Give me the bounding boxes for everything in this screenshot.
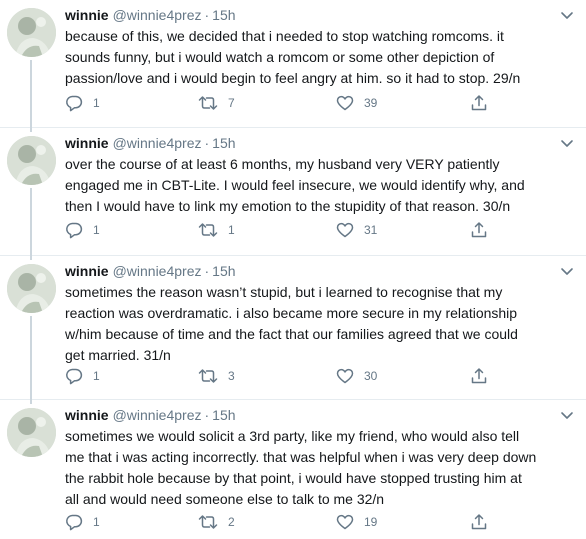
reply-count: 1 <box>93 223 100 237</box>
share-icon <box>469 512 489 532</box>
timestamp[interactable]: 15h <box>212 407 235 423</box>
tweet-actions: 1 3 30 <box>64 365 504 387</box>
reply-count: 1 <box>93 515 100 529</box>
reply-count: 1 <box>93 369 100 383</box>
retweet-button[interactable]: 1 <box>197 219 235 241</box>
thread-connector-line <box>30 316 32 400</box>
share-button[interactable] <box>469 219 489 241</box>
retweet-icon <box>197 366 219 386</box>
like-count: 19 <box>364 515 378 529</box>
timestamp[interactable]: 15h <box>212 263 235 279</box>
display-name[interactable]: winnie <box>65 407 109 423</box>
separator-dot: · <box>204 407 210 423</box>
share-button[interactable] <box>469 365 489 387</box>
tweet-actions: 1 1 31 <box>64 219 504 241</box>
share-icon <box>469 366 489 386</box>
tweet-header: winnie @winnie4prez · 15h <box>65 405 546 425</box>
reply-button[interactable]: 1 <box>64 365 100 387</box>
caret-down-icon[interactable] <box>560 137 574 149</box>
thread-connector-line <box>30 128 32 132</box>
tweet-text: because of this, we decided that i neede… <box>65 28 521 86</box>
timestamp[interactable]: 15h <box>212 135 235 151</box>
retweet-button[interactable]: 3 <box>197 365 235 387</box>
avatar[interactable] <box>7 136 56 185</box>
like-count: 39 <box>364 96 378 110</box>
reply-button[interactable]: 1 <box>64 511 100 533</box>
thread-connector-line <box>30 400 32 404</box>
avatar[interactable] <box>7 8 56 57</box>
tweet-text: over the course of at least 6 months, my… <box>65 156 525 214</box>
retweet-count: 2 <box>228 515 235 529</box>
tweet-actions: 1 7 39 <box>64 92 504 114</box>
tweet-header: winnie @winnie4prez · 15h <box>65 133 546 153</box>
tweet-actions: 1 2 19 <box>64 511 504 533</box>
display-name[interactable]: winnie <box>65 7 109 23</box>
caret-down-icon[interactable] <box>560 265 574 277</box>
timestamp[interactable]: 15h <box>212 7 235 23</box>
like-button[interactable]: 30 <box>335 365 377 387</box>
reply-icon <box>64 366 84 386</box>
like-icon <box>335 93 355 113</box>
tweet[interactable]: winnie @winnie4prez · 15h sometimes the rea… <box>0 256 586 400</box>
retweet-icon <box>197 220 219 240</box>
avatar[interactable] <box>7 264 56 313</box>
like-icon <box>335 366 355 386</box>
like-button[interactable]: 39 <box>335 92 377 114</box>
reply-count: 1 <box>93 96 100 110</box>
like-icon <box>335 220 355 240</box>
separator-dot: · <box>204 7 210 23</box>
tweet[interactable]: winnie @winnie4prez · 15h because of this, … <box>0 0 586 128</box>
tweet-header: winnie @winnie4prez · 15h <box>65 5 546 25</box>
caret-down-icon[interactable] <box>560 409 574 421</box>
retweet-button[interactable]: 2 <box>197 511 235 533</box>
thread-connector-line <box>30 188 32 256</box>
retweet-count: 3 <box>228 369 235 383</box>
caret-down-icon[interactable] <box>560 9 574 21</box>
reply-icon <box>64 512 84 532</box>
username-handle[interactable]: @winnie4prez <box>113 7 202 23</box>
separator-dot: · <box>204 263 210 279</box>
tweet[interactable]: winnie @winnie4prez · 15h sometimes we woul… <box>0 400 586 539</box>
display-name[interactable]: winnie <box>65 263 109 279</box>
username-handle[interactable]: @winnie4prez <box>113 407 202 423</box>
avatar[interactable] <box>7 408 56 457</box>
tweet-header: winnie @winnie4prez · 15h <box>65 261 546 281</box>
like-button[interactable]: 19 <box>335 511 377 533</box>
share-button[interactable] <box>469 511 489 533</box>
reply-icon <box>64 93 84 113</box>
like-count: 30 <box>364 369 378 383</box>
like-icon <box>335 512 355 532</box>
username-handle[interactable]: @winnie4prez <box>113 135 202 151</box>
share-icon <box>469 220 489 240</box>
share-icon <box>469 93 489 113</box>
reply-button[interactable]: 1 <box>64 219 100 241</box>
username-handle[interactable]: @winnie4prez <box>113 263 202 279</box>
thread-connector-line <box>30 60 32 128</box>
tweet-thread: winnie @winnie4prez · 15h because of this, … <box>0 0 586 539</box>
reply-icon <box>64 220 84 240</box>
like-button[interactable]: 31 <box>335 219 377 241</box>
tweet-text: sometimes the reason wasn’t stupid, but … <box>65 284 518 363</box>
retweet-icon <box>197 93 219 113</box>
retweet-button[interactable]: 7 <box>197 92 235 114</box>
display-name[interactable]: winnie <box>65 135 109 151</box>
retweet-count: 1 <box>228 223 235 237</box>
separator-dot: · <box>204 135 210 151</box>
share-button[interactable] <box>469 92 489 114</box>
reply-button[interactable]: 1 <box>64 92 100 114</box>
tweet[interactable]: winnie @winnie4prez · 15h over the course o… <box>0 128 586 256</box>
like-count: 31 <box>364 223 378 237</box>
retweet-icon <box>197 512 219 532</box>
retweet-count: 7 <box>228 96 235 110</box>
thread-connector-line <box>30 256 32 260</box>
tweet-text: sometimes we would solicit a 3rd party, … <box>65 428 537 507</box>
